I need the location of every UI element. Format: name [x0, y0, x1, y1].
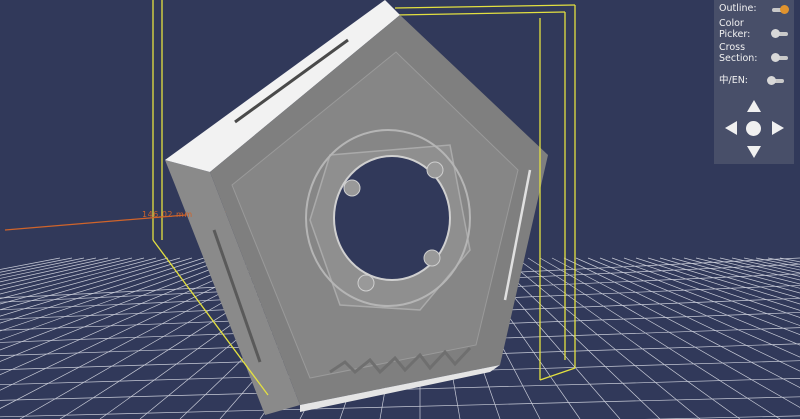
arrow-up-icon[interactable] [747, 100, 761, 112]
pentagon-model[interactable] [165, 0, 548, 415]
toggle-knob [771, 53, 780, 62]
toggle-knob [780, 5, 789, 14]
toggle-knob [771, 29, 780, 38]
toggle-knob [767, 76, 776, 85]
arrow-down-icon[interactable] [747, 146, 761, 158]
arrow-left-icon[interactable] [725, 121, 737, 135]
outline-label: Outline: [719, 3, 757, 14]
cross-section-label: Cross Section: [719, 42, 758, 64]
color-picker-label: Color Picker: [719, 18, 751, 40]
cross-section-toggle[interactable] [771, 53, 788, 62]
language-toggle[interactable] [767, 76, 784, 85]
3d-viewport[interactable]: 146.02 mm Outline: Color Picker: Cross S… [0, 0, 800, 419]
arrow-right-icon[interactable] [772, 121, 784, 135]
dimension-label: 146.02 mm [142, 210, 193, 219]
outline-toggle[interactable] [772, 5, 789, 14]
control-panel: Outline: Color Picker: Cross Section: 中/… [714, 0, 794, 164]
model-scene[interactable] [0, 0, 800, 419]
color-picker-toggle[interactable] [771, 29, 788, 38]
center-dot-icon[interactable] [746, 121, 761, 136]
language-label: 中/EN: [719, 75, 749, 86]
